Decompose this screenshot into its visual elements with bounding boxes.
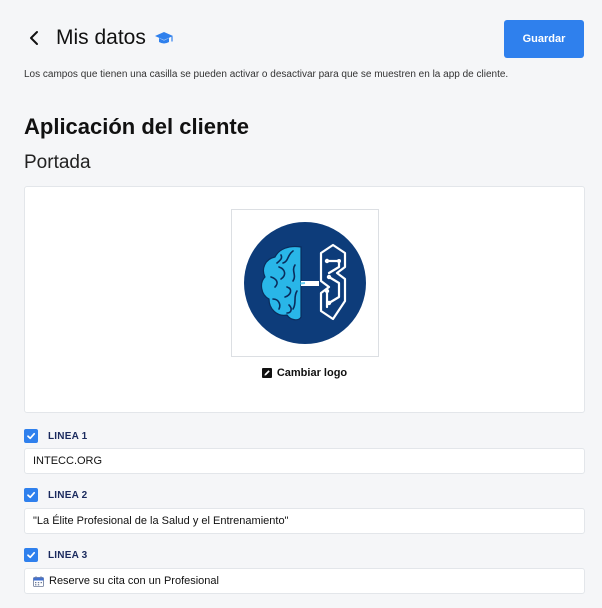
page-title-text: Mis datos: [56, 26, 146, 49]
calendar-icon: [33, 575, 44, 587]
line-2-input[interactable]: "La Élite Profesional de la Salud y el E…: [24, 508, 585, 534]
back-button[interactable]: [24, 28, 44, 48]
line-1-label: LINEA 1: [48, 430, 88, 442]
edit-icon: [261, 368, 272, 378]
change-logo-button[interactable]: Cambiar logo: [25, 367, 584, 379]
line-1-input[interactable]: INTECC.ORG: [24, 448, 585, 474]
section-title: Aplicación del cliente: [24, 114, 249, 139]
page-title: Mis datos: [56, 26, 174, 50]
line-3-value: Reserve su cita con un Profesional: [49, 575, 219, 587]
line-3-input[interactable]: Reserve su cita con un Profesional: [24, 568, 585, 594]
line-3-header: LINEA 3: [24, 548, 87, 562]
logo-card: Cambiar logo: [24, 186, 585, 413]
description-text: Los campos que tienen una casilla se pue…: [24, 69, 509, 80]
checkmark-icon: [27, 551, 36, 559]
logo-image: [231, 209, 379, 357]
change-logo-label: Cambiar logo: [276, 367, 348, 379]
line-1-checkbox[interactable]: [24, 429, 38, 443]
brain-circuit-logo: [244, 222, 366, 344]
subsection-title: Portada: [24, 152, 91, 173]
line-3-label: LINEA 3: [48, 549, 88, 561]
line-1-value: INTECC.ORG: [33, 455, 103, 467]
checkmark-icon: [27, 491, 36, 499]
checkmark-icon: [27, 432, 36, 440]
my-data-page: Mis datos Guardar Los campos que tienen …: [0, 0, 602, 608]
line-1-header: LINEA 1: [24, 429, 87, 443]
line-2-header: LINEA 2: [24, 488, 87, 502]
save-button[interactable]: Guardar: [504, 20, 584, 58]
chevron-left-icon: [30, 31, 38, 45]
line-3-checkbox[interactable]: [24, 548, 38, 562]
line-2-label: LINEA 2: [48, 489, 88, 501]
line-2-checkbox[interactable]: [24, 488, 38, 502]
line-2-value: "La Élite Profesional de la Salud y el E…: [33, 515, 289, 527]
graduation-cap-icon: [154, 29, 174, 47]
